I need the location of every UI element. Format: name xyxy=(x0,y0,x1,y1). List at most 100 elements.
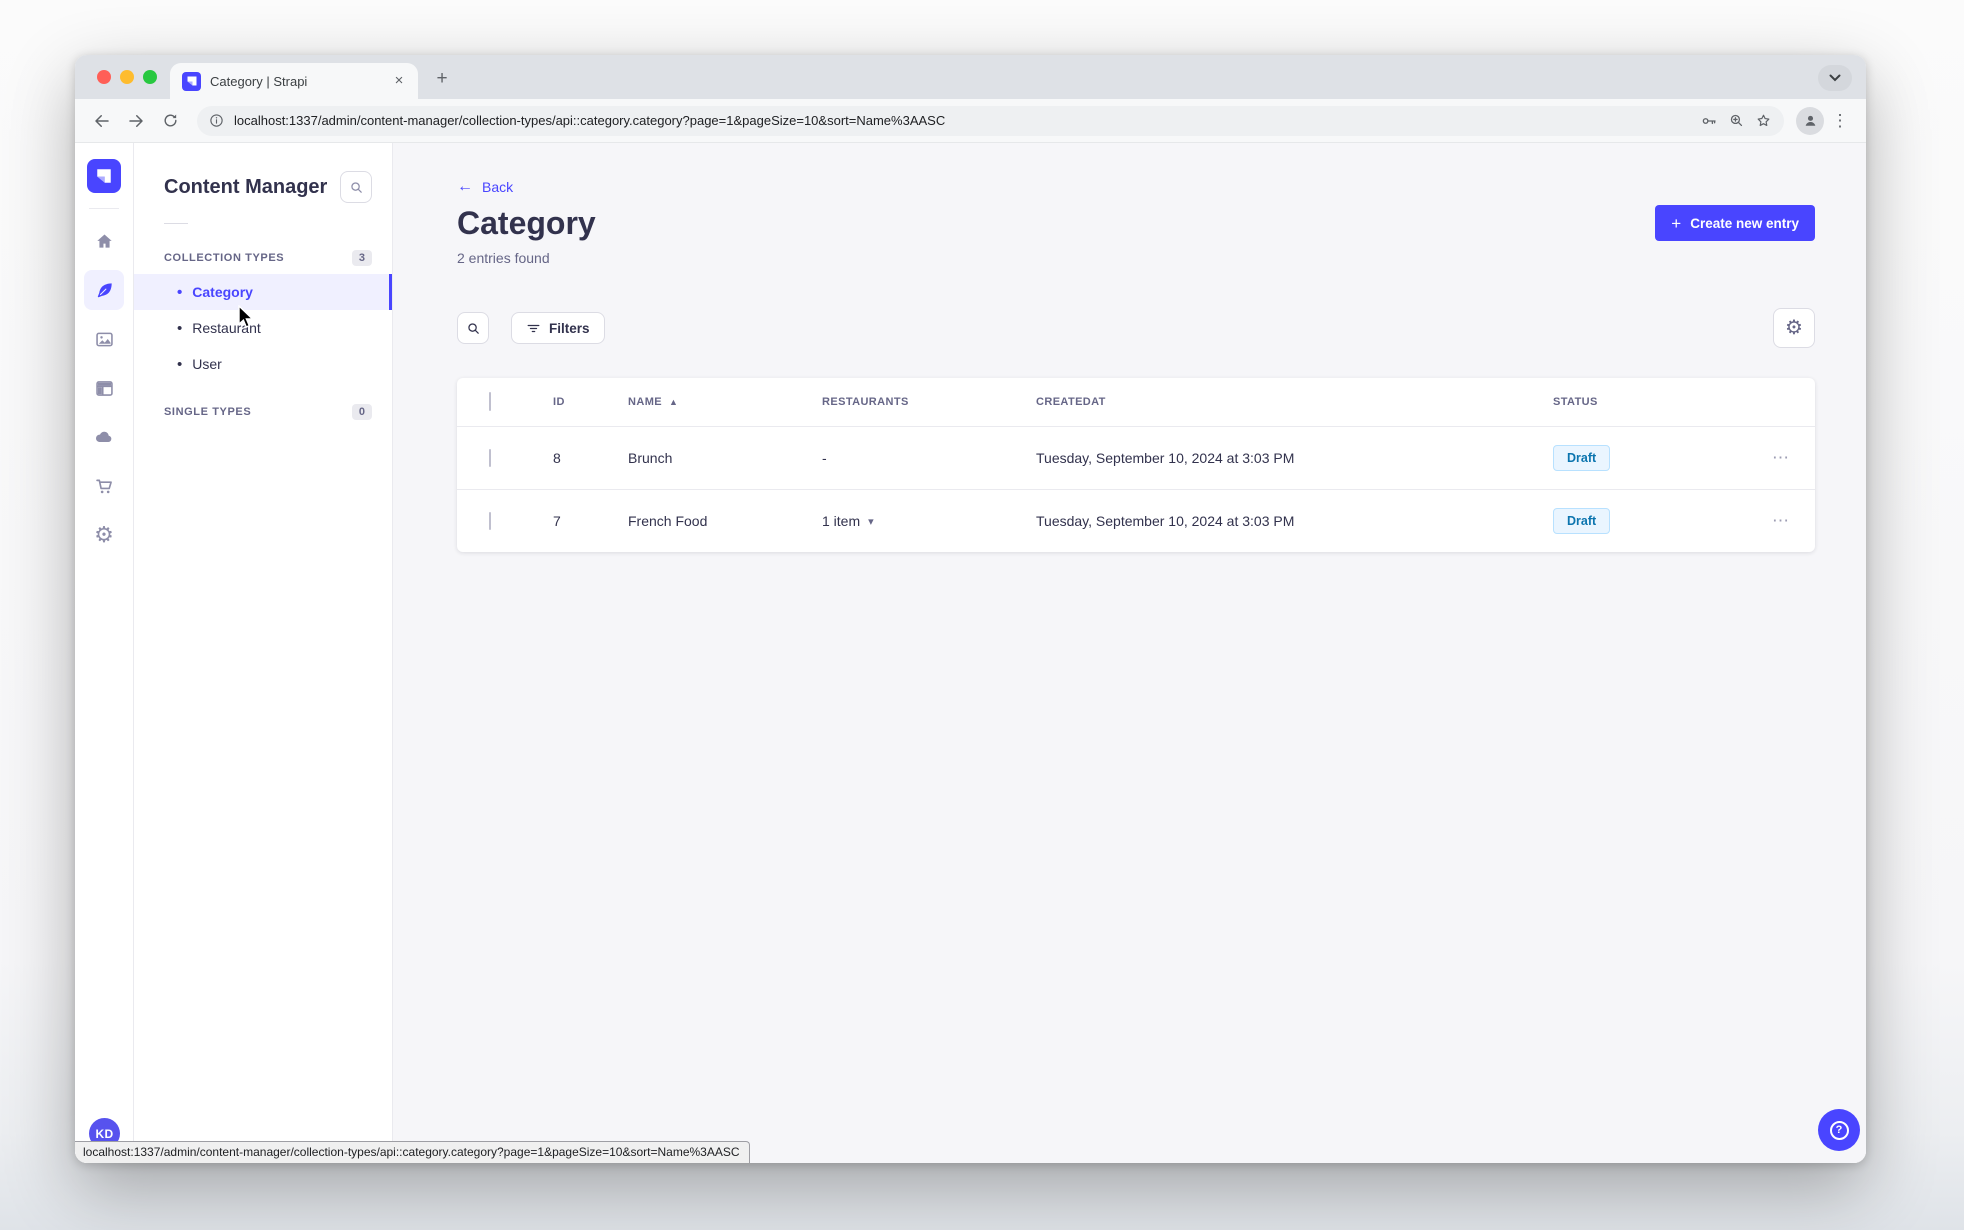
page-title: Category xyxy=(457,205,596,241)
reload-button[interactable] xyxy=(155,106,185,136)
column-header-id[interactable]: ID xyxy=(553,396,628,408)
gear-icon: ⚙ xyxy=(1785,317,1803,339)
zoom-icon[interactable] xyxy=(1728,112,1745,129)
column-header-status[interactable]: STATUS xyxy=(1553,396,1747,408)
cell-restaurants[interactable]: 1 item ▾ xyxy=(822,513,1036,529)
nav-home-button[interactable] xyxy=(84,221,124,261)
url-text: localhost:1337/admin/content-manager/col… xyxy=(234,113,946,128)
table-row[interactable]: 7 French Food 1 item ▾ Tuesday, Septembe… xyxy=(457,489,1815,552)
back-arrow-icon: ← xyxy=(457,178,473,195)
nav-marketplace-button[interactable] xyxy=(84,466,124,506)
select-all-checkbox[interactable] xyxy=(489,392,491,411)
site-info-icon[interactable] xyxy=(209,113,224,128)
column-header-createdat[interactable]: CREATEDAT xyxy=(1036,396,1553,408)
single-types-label: SINGLE TYPES xyxy=(164,406,252,418)
help-button[interactable]: ? xyxy=(1818,1109,1860,1151)
back-link[interactable]: ← Back xyxy=(457,178,514,196)
cloud-icon xyxy=(95,431,112,443)
filter-icon xyxy=(527,324,540,332)
browser-tab[interactable]: Category | Strapi × xyxy=(170,63,418,99)
row-actions-icon[interactable]: ⋯ xyxy=(1772,448,1790,468)
nav-media-library-button[interactable] xyxy=(84,319,124,359)
collection-types-label: COLLECTION TYPES xyxy=(164,252,285,264)
status-badge: Draft xyxy=(1553,445,1611,471)
back-button[interactable] xyxy=(87,106,117,136)
entries-count: 2 entries found xyxy=(457,250,550,266)
row-checkbox[interactable] xyxy=(489,512,491,530)
subnav-title: Content Manager xyxy=(164,175,328,198)
create-button-label: Create new entry xyxy=(1690,215,1799,231)
create-new-entry-button[interactable]: + Create new entry xyxy=(1655,205,1815,241)
bookmark-star-icon[interactable] xyxy=(1755,112,1772,129)
strapi-logo[interactable] xyxy=(87,159,121,193)
nav-content-manager-button[interactable] xyxy=(84,270,124,310)
cell-name: Brunch xyxy=(628,450,673,466)
cart-icon xyxy=(95,479,112,493)
subnav-item-label: User xyxy=(192,356,222,372)
window-controls xyxy=(97,70,157,84)
cell-id: 7 xyxy=(553,513,561,529)
cell-restaurants: - xyxy=(822,450,827,466)
bullet-icon: • xyxy=(177,355,183,373)
cell-id: 8 xyxy=(553,450,561,466)
sort-ascending-icon: ▲ xyxy=(669,397,679,407)
table-row[interactable]: 8 Brunch - Tuesday, September 10, 2024 a… xyxy=(457,426,1815,489)
tab-close-icon[interactable]: × xyxy=(390,72,408,90)
subnav-search-button[interactable] xyxy=(340,171,372,203)
forward-button[interactable] xyxy=(121,106,151,136)
chevron-down-icon xyxy=(1829,74,1841,82)
list-toolbar: Filters ⚙ xyxy=(457,308,1815,348)
search-button[interactable] xyxy=(457,312,489,344)
gear-icon: ⚙ xyxy=(94,522,114,547)
column-header-restaurants[interactable]: RESTAURANTS xyxy=(822,396,1036,408)
view-settings-button[interactable]: ⚙ xyxy=(1773,308,1815,348)
filters-button[interactable]: Filters xyxy=(511,312,605,344)
new-tab-button[interactable]: + xyxy=(429,66,455,92)
subnav-item-restaurant[interactable]: • Restaurant xyxy=(134,310,392,346)
url-bar[interactable]: localhost:1337/admin/content-manager/col… xyxy=(197,105,1784,136)
nav-cloud-button[interactable] xyxy=(84,417,124,457)
column-header-name[interactable]: NAME ▲ xyxy=(628,396,822,408)
subnav-item-category[interactable]: • Category xyxy=(134,274,392,310)
single-types-section: SINGLE TYPES 0 xyxy=(134,396,392,428)
tab-title: Category | Strapi xyxy=(210,73,308,89)
nav-divider xyxy=(89,208,119,209)
bullet-icon: • xyxy=(177,319,183,337)
minimize-window-button[interactable] xyxy=(120,70,134,84)
search-icon xyxy=(467,322,479,334)
main-nav-rail: ⚙ KD xyxy=(75,143,134,1163)
nav-content-type-builder-button[interactable] xyxy=(84,368,124,408)
status-badge: Draft xyxy=(1553,508,1611,534)
home-icon xyxy=(96,234,112,248)
collection-types-count-badge: 3 xyxy=(351,250,372,266)
subnav-item-label: Category xyxy=(192,284,253,300)
nav-settings-button[interactable]: ⚙ xyxy=(84,515,124,555)
subnav-item-label: Restaurant xyxy=(192,320,261,336)
subnav-divider xyxy=(164,223,188,224)
zoom-window-button[interactable] xyxy=(143,70,157,84)
password-manager-icon[interactable] xyxy=(1700,112,1718,130)
cell-createdat: Tuesday, September 10, 2024 at 3:03 PM xyxy=(1036,513,1295,529)
caret-down-icon: ▾ xyxy=(868,515,874,528)
row-checkbox[interactable] xyxy=(489,449,491,467)
strapi-admin: ⚙ KD Content Manager COLLECTION TYPES 3 xyxy=(75,143,1866,1163)
feather-icon xyxy=(97,282,112,297)
close-window-button[interactable] xyxy=(97,70,111,84)
back-label: Back xyxy=(482,179,514,195)
status-bar-url: localhost:1337/admin/content-manager/col… xyxy=(75,1141,750,1163)
browser-profile-button[interactable] xyxy=(1796,106,1824,135)
layout-icon xyxy=(95,380,113,396)
collection-types-section: COLLECTION TYPES 3 xyxy=(134,242,392,274)
cell-name: French Food xyxy=(628,513,708,529)
subnav-item-user[interactable]: • User xyxy=(134,346,392,382)
browser-window: Category | Strapi × + localhost:1337/adm… xyxy=(75,55,1866,1163)
browser-toolbar: localhost:1337/admin/content-manager/col… xyxy=(75,99,1866,143)
media-library-icon xyxy=(95,332,113,346)
person-icon xyxy=(1805,115,1815,126)
tab-search-button[interactable] xyxy=(1818,65,1852,91)
filters-label: Filters xyxy=(549,320,590,336)
single-types-count-badge: 0 xyxy=(351,404,372,420)
row-actions-icon[interactable]: ⋯ xyxy=(1772,511,1790,531)
main-content: ← Back Category + Create new entry 2 ent… xyxy=(393,143,1866,1163)
browser-menu-icon[interactable]: ⋮ xyxy=(1828,111,1852,131)
